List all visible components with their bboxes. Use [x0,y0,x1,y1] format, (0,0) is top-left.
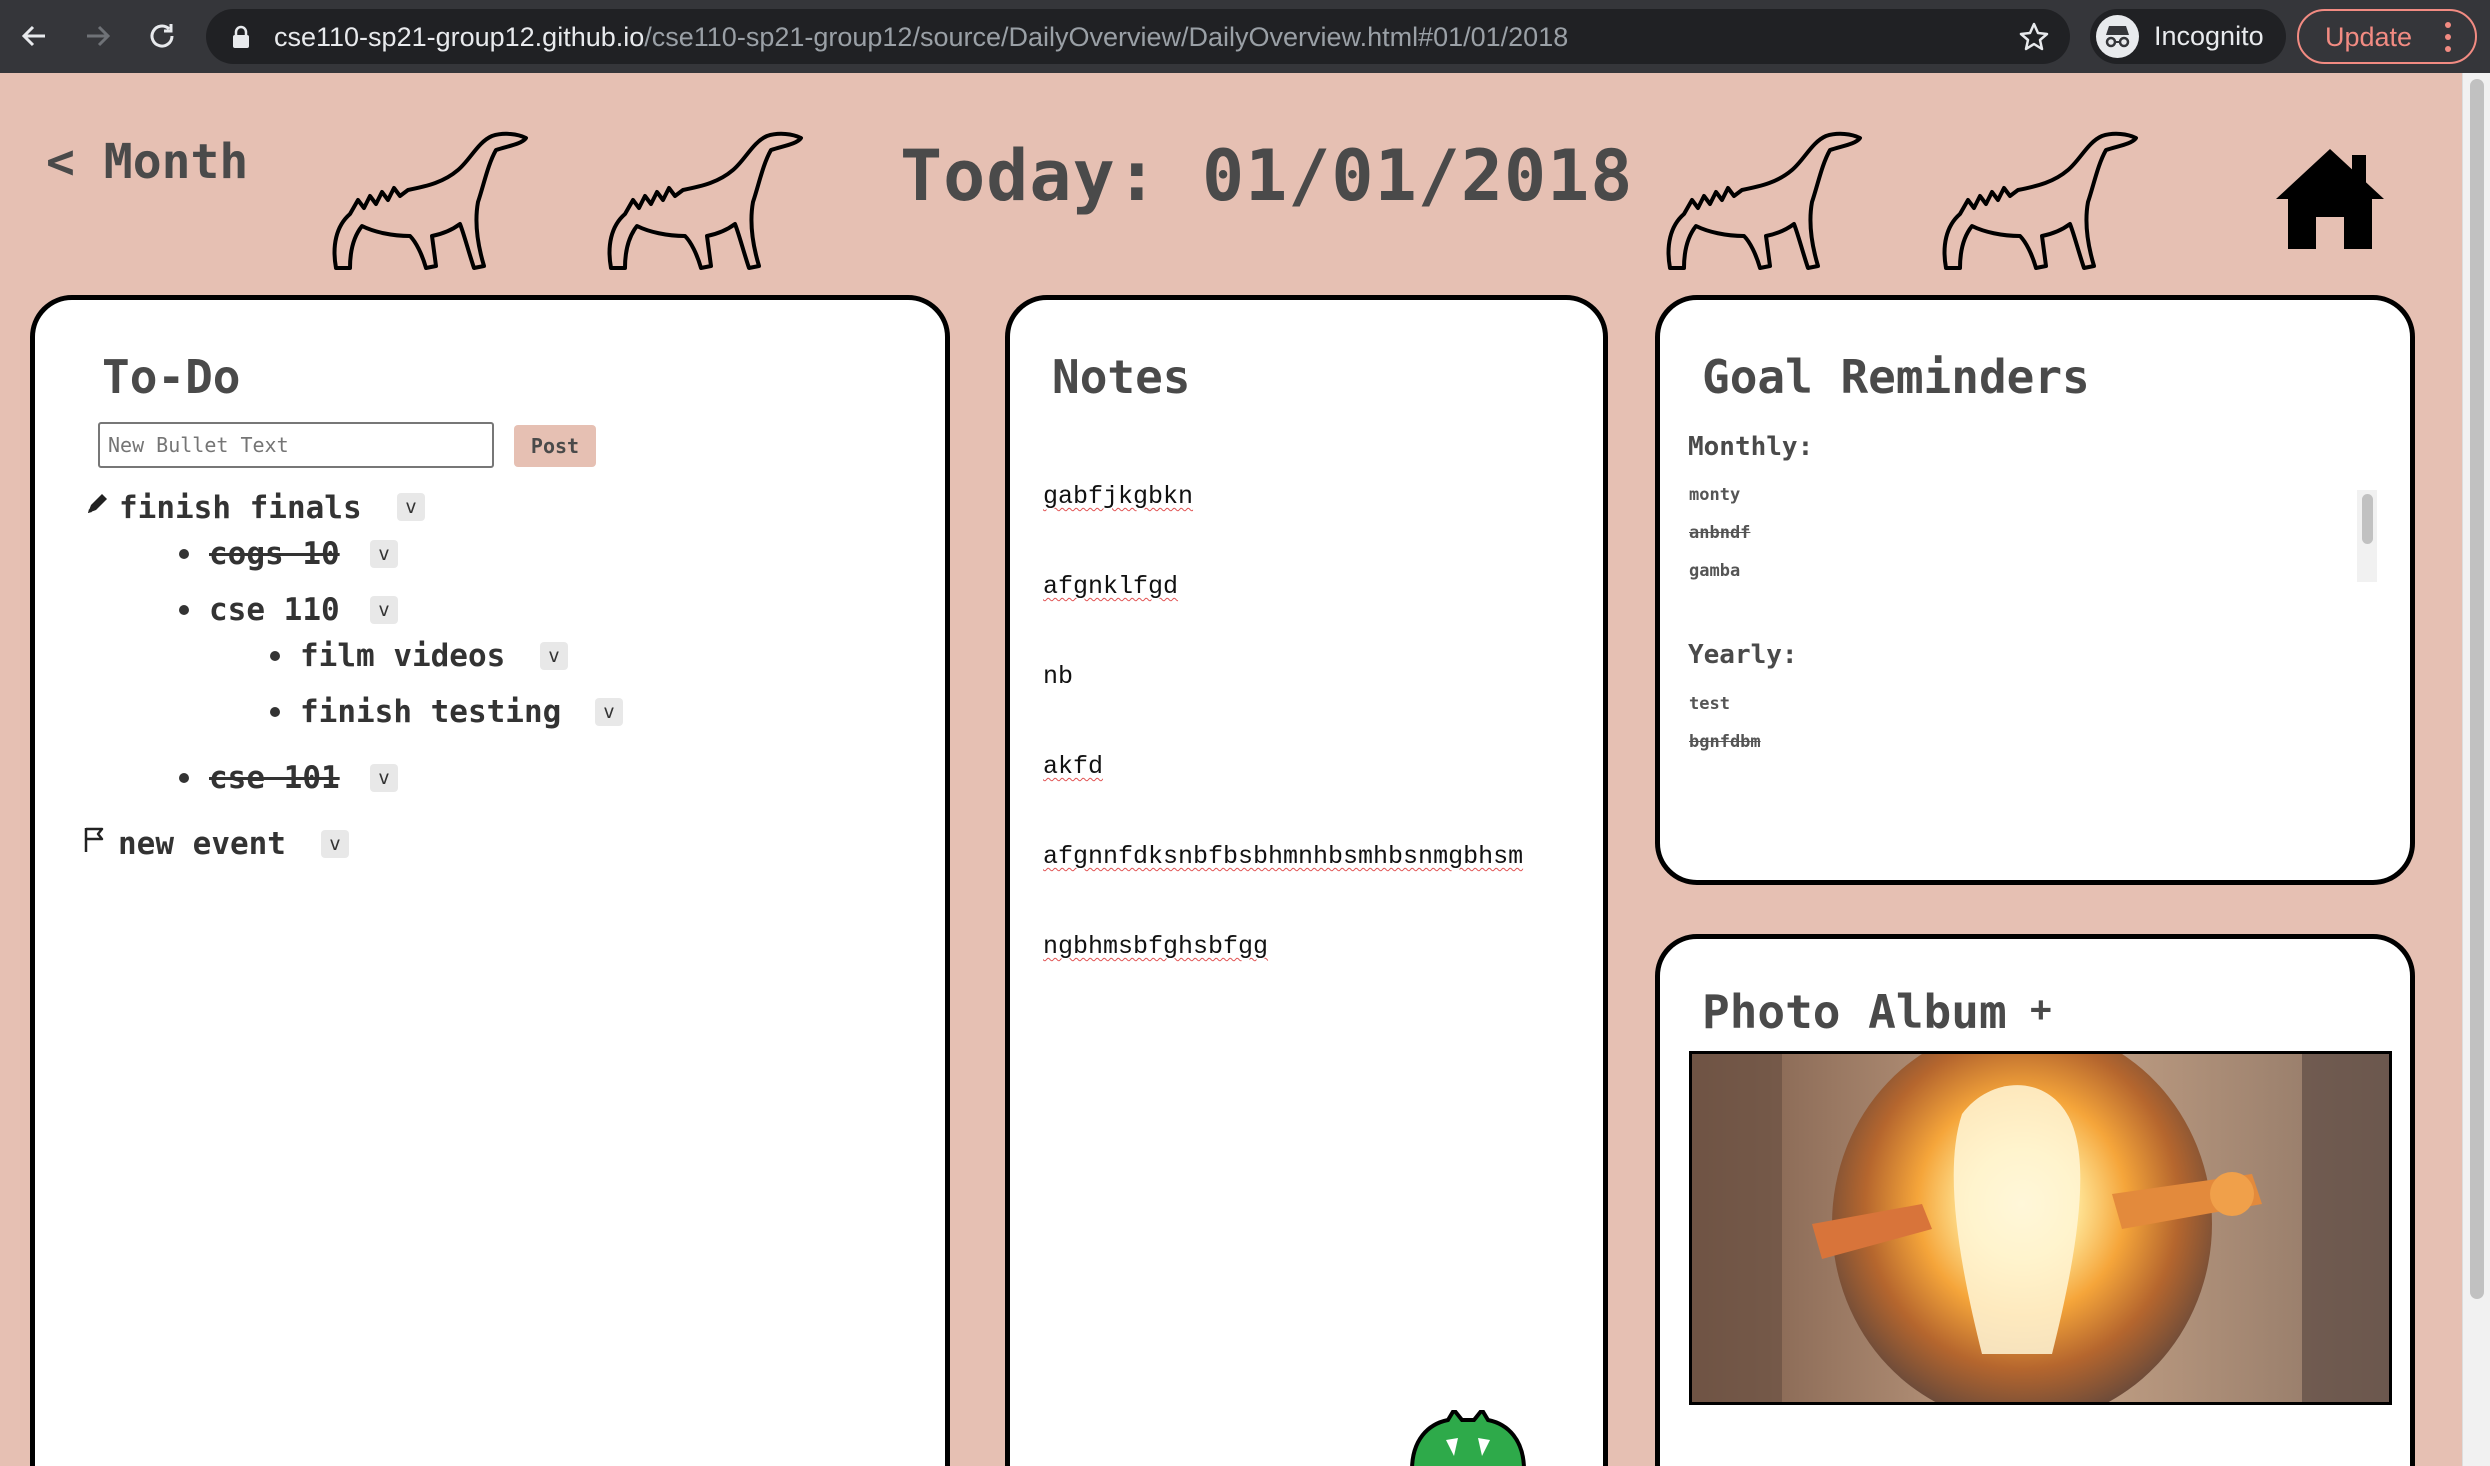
reload-button[interactable] [142,16,182,56]
profile-label: Incognito [2154,21,2264,51]
dinosaur-icon [1666,131,1862,270]
album-photo[interactable] [1689,1051,2392,1405]
expand-toggle[interactable]: v [370,596,398,624]
pencil-icon [88,494,107,513]
notes-line: afgnnfdksnbfbsbhmnhbsmhbsnmgbhsm [1043,842,1524,871]
star-icon[interactable] [2018,21,2050,53]
expand-toggle[interactable]: v [370,540,398,568]
todo-panel: To-Do Post finish finals v cogs 10 v cse… [30,295,950,1466]
lock-icon[interactable] [232,25,250,49]
page-title: Today: 01/01/2018 [900,135,1634,217]
notes-line: akfd [1043,752,1104,781]
todo-item[interactable]: film videos [300,638,505,674]
yearly-goal-item[interactable]: bgnfdbm [1689,732,1761,752]
monthly-goal-item[interactable]: gamba [1689,561,1740,581]
dinosaur-icon [607,131,803,270]
back-button[interactable] [14,16,54,56]
yearly-goal-item[interactable]: test [1689,694,1730,714]
todo-item[interactable]: cogs 10 [209,536,340,572]
yearly-label: Yearly: [1688,640,1798,670]
notes-title: Notes [1052,350,1191,404]
notes-line: nb [1043,662,1074,691]
arrow-left-icon [21,25,45,47]
dinosaur-mascot-icon [1410,1410,1526,1466]
monthly-label: Monthly: [1688,432,1814,462]
dinosaur-icon [1942,131,2138,270]
bullet-dot [270,651,280,661]
expand-toggle[interactable]: v [595,698,623,726]
url-text[interactable]: cse110-sp21-group12.github.io/cse110-sp2… [274,22,1568,53]
arrow-right-icon [87,25,111,47]
flag-icon [84,827,104,852]
update-button[interactable]: Update [2297,9,2477,64]
new-bullet-input[interactable] [98,422,494,468]
reload-icon [150,24,174,48]
forward-button[interactable] [78,16,118,56]
monthly-goal-item[interactable]: monty [1689,485,1740,505]
todo-item[interactable]: new event [118,826,286,862]
photo-image [1692,1054,2389,1402]
dinosaur-icon [332,131,528,270]
notes-textarea[interactable]: gabfjkgbkn afgnklfgd nb akfd afgnnfdksnb… [1043,422,1523,1022]
incognito-profile-button[interactable]: Incognito [2090,9,2286,64]
expand-toggle[interactable]: v [397,493,425,521]
expand-toggle[interactable]: v [370,764,398,792]
todo-item[interactable]: finish finals [119,490,362,526]
expand-toggle[interactable]: v [540,642,568,670]
goal-reminders-title: Goal Reminders [1702,350,2090,404]
more-menu-icon [2445,22,2451,52]
notes-line: ngbhmsbfghsbfgg [1043,932,1269,961]
todo-item[interactable]: cse 110 [209,592,340,628]
post-button[interactable]: Post [514,425,596,467]
bullet-dot [270,707,280,717]
home-icon[interactable] [2272,145,2388,253]
bullet-dot [179,549,189,559]
bullet-dot [179,605,189,615]
expand-toggle[interactable]: v [321,830,349,858]
notes-line: afgnklfgd [1043,572,1179,601]
incognito-icon [2096,15,2139,58]
photo-album-panel: Photo Album + [1655,934,2415,1466]
notes-line: gabfjkgbkn [1043,482,1194,511]
month-back-link[interactable]: < Month [46,134,248,190]
update-label: Update [2325,22,2413,52]
browser-toolbar: cse110-sp21-group12.github.io/cse110-sp2… [0,0,2490,73]
photo-album-title: Photo Album [1702,985,2007,1039]
todo-item[interactable]: cse 101 [209,760,340,796]
address-bar[interactable]: cse110-sp21-group12.github.io/cse110-sp2… [206,9,2070,64]
add-photo-button[interactable]: + [2030,989,2052,1030]
monthly-goals-scrollbar-thumb[interactable] [2362,494,2373,544]
todo-title: To-Do [102,350,241,404]
page-scrollbar[interactable] [2462,73,2490,1466]
todo-item[interactable]: finish testing [300,694,561,730]
monthly-goals-scrollbar[interactable] [2357,490,2377,582]
page-scrollbar-thumb[interactable] [2470,79,2484,1299]
bullet-dot [179,773,189,783]
goal-reminders-panel: Goal Reminders Monthly: monty anbndf gam… [1655,295,2415,885]
notes-panel: Notes gabfjkgbkn afgnklfgd nb akfd afgnn… [1005,295,1608,1466]
monthly-goal-item[interactable]: anbndf [1689,523,1750,543]
